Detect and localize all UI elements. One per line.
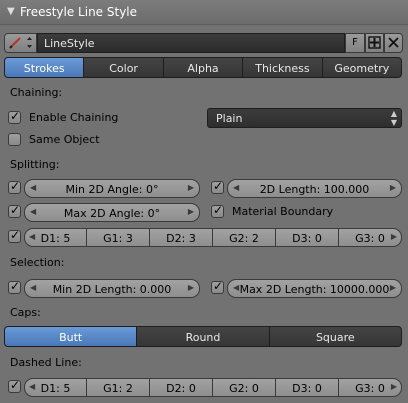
dash-g1-field[interactable]: G1: 2 (86, 378, 150, 397)
max-2d-angle-value: Max 2D Angle: 0° (63, 207, 161, 220)
decrement-arrow-icon[interactable]: ◀ (233, 183, 239, 192)
max-length-checkbox[interactable]: ✓ (211, 279, 224, 294)
dashed-line-heading: Dashed Line: (10, 356, 82, 369)
2d-length-field[interactable]: ◀ 2D Length: 100.000 ▶ (227, 179, 402, 198)
increment-arrow-icon[interactable]: ▶ (188, 183, 194, 192)
split-g1-field[interactable]: G1: 3 (86, 228, 150, 247)
split-dash-pattern-row: ◀ D1: 5 G1: 3 D2: 3 G2: 2 D3: 0 G3: 0 ▶ (24, 228, 402, 247)
chaining-method-value: Plain (216, 112, 243, 125)
panel-title: Freestyle Line Style (20, 5, 138, 19)
check-icon: ✓ (10, 109, 21, 123)
enable-chaining-label: Enable Chaining (29, 111, 119, 124)
tab-color[interactable]: Color (83, 57, 164, 78)
split-dash-checkbox[interactable]: ✓ (8, 228, 21, 243)
max-angle-checkbox[interactable]: ✓ (8, 203, 21, 218)
linestyle-datablock-row: LineStyle F (4, 33, 403, 53)
2d-length-checkbox[interactable]: ✓ (211, 179, 224, 194)
material-boundary-checkbox[interactable]: ✓ (211, 203, 224, 218)
min-2d-angle-value: Min 2D Angle: 0° (65, 183, 159, 196)
decrement-arrow-icon[interactable]: ◀ (30, 283, 36, 292)
caps-heading: Caps: (10, 306, 41, 319)
increment-arrow-icon[interactable]: ▶ (188, 283, 194, 292)
selection-heading: Selection: (10, 256, 65, 269)
decrement-arrow-icon[interactable]: ◀ (30, 207, 36, 216)
increment-arrow-icon[interactable]: ▶ (390, 183, 396, 192)
split-d2-field[interactable]: D2: 3 (149, 228, 213, 247)
tab-alpha[interactable]: Alpha (162, 57, 244, 78)
same-object-checkbox[interactable] (8, 133, 21, 146)
dash-g2-field[interactable]: G2: 0 (212, 378, 276, 397)
split-g2-field[interactable]: G2: 2 (212, 228, 276, 247)
linestyle-tabs: Strokes Color Alpha Thickness Geometry (4, 57, 403, 78)
collapse-triangle-icon[interactable]: ▼ (7, 6, 15, 17)
tab-thickness[interactable]: Thickness (242, 57, 323, 78)
cap-butt-button[interactable]: Butt (4, 326, 138, 347)
chaining-heading: Chaining: (10, 86, 63, 99)
min-2d-length-field[interactable]: ◀ Min 2D Length: 0.000 ▶ (24, 279, 200, 298)
check-icon: ✓ (213, 203, 224, 217)
chaining-method-dropdown[interactable]: Plain ▲ ▼ (207, 108, 402, 128)
decrement-arrow-icon[interactable]: ◀ (30, 183, 36, 192)
split-d3-field[interactable]: D3: 0 (275, 228, 339, 247)
unlink-linestyle-button[interactable] (384, 33, 403, 53)
linestyle-browse-button[interactable] (4, 33, 37, 53)
check-icon: ✓ (10, 228, 21, 242)
dash-d3-field[interactable]: D3: 0 (275, 378, 339, 397)
splitting-heading: Splitting: (10, 158, 60, 171)
check-icon: ✓ (10, 179, 21, 193)
split-d1-field[interactable]: ◀ D1: 5 (24, 228, 87, 247)
check-icon: ✓ (10, 378, 21, 392)
dropdown-arrows-icon: ▲ ▼ (390, 109, 397, 127)
min-length-checkbox[interactable]: ✓ (8, 279, 21, 294)
increment-arrow-icon[interactable]: ▶ (390, 283, 396, 292)
new-linestyle-button[interactable] (365, 33, 384, 53)
check-icon: ✓ (213, 279, 224, 293)
freestyle-line-style-panel: ▼ Freestyle Line Style LineStyle F Strok… (0, 0, 408, 403)
check-icon: ✓ (10, 203, 21, 217)
dash-g3-field[interactable]: G3: 0 ▶ (338, 378, 402, 397)
plus-icon (368, 36, 381, 49)
close-icon (388, 37, 399, 48)
min-angle-checkbox[interactable]: ✓ (8, 179, 21, 194)
dashed-line-checkbox[interactable]: ✓ (8, 378, 21, 393)
cap-round-button[interactable]: Round (136, 326, 270, 347)
dash-d1-field[interactable]: ◀ D1: 5 (24, 378, 87, 397)
tab-geometry[interactable]: Geometry (321, 57, 403, 78)
decrement-arrow-icon[interactable]: ◀ (233, 283, 239, 292)
caps-selector: Butt Round Square (4, 326, 402, 347)
min-2d-length-value: Min 2D Length: 0.000 (52, 283, 172, 296)
max-2d-angle-field[interactable]: ◀ Max 2D Angle: 0° ▶ (24, 203, 200, 222)
check-icon: ✓ (10, 279, 21, 293)
split-g3-field[interactable]: G3: 0 ▶ (338, 228, 402, 247)
check-icon: ✓ (213, 179, 224, 193)
same-object-label: Same Object (29, 133, 100, 146)
max-2d-length-field[interactable]: ◀ Max 2D Length: 10000.000 ▶ (227, 279, 402, 298)
increment-arrow-icon[interactable]: ▶ (188, 207, 194, 216)
brush-icon (9, 37, 32, 49)
linestyle-name-field[interactable]: LineStyle (37, 33, 345, 53)
2d-length-value: 2D Length: 100.000 (259, 183, 370, 196)
dashed-line-pattern-row: ◀ D1: 5 G1: 2 D2: 0 G2: 0 D3: 0 G3: 0 ▶ (24, 378, 402, 397)
enable-chaining-checkbox[interactable]: ✓ (8, 109, 21, 124)
panel-header[interactable]: ▼ Freestyle Line Style (0, 0, 408, 25)
fake-user-button[interactable]: F (345, 33, 365, 53)
cap-square-button[interactable]: Square (268, 326, 402, 347)
dash-d2-field[interactable]: D2: 0 (149, 378, 213, 397)
tab-strokes[interactable]: Strokes (4, 57, 85, 78)
material-boundary-label: Material Boundary (232, 205, 334, 218)
min-2d-angle-field[interactable]: ◀ Min 2D Angle: 0° ▶ (24, 179, 200, 198)
max-2d-length-value: Max 2D Length: 10000.000 (239, 283, 390, 296)
